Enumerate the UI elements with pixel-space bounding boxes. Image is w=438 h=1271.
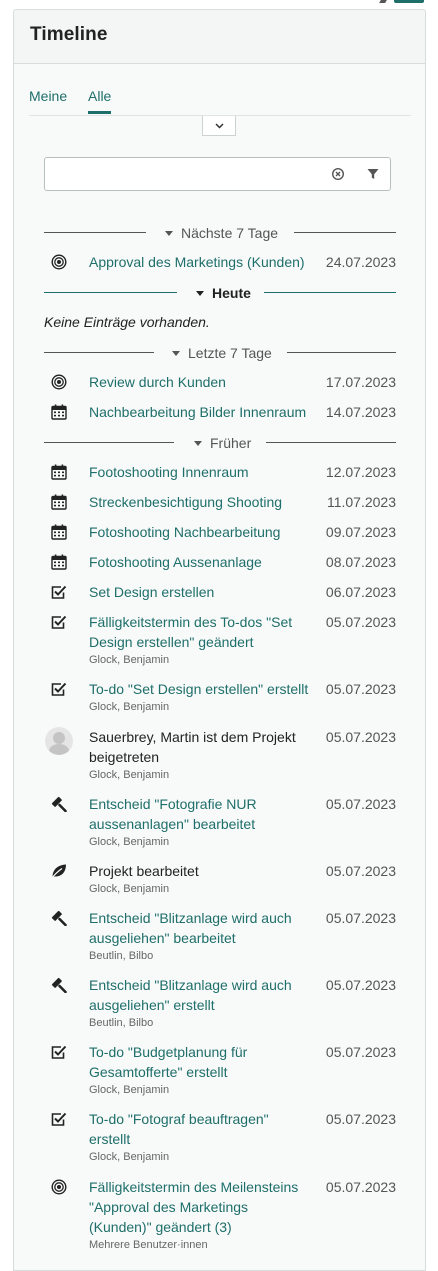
section-label: Heute — [212, 285, 251, 301]
item-title-link[interactable]: Approval des Marketings (Kunden) — [89, 252, 319, 272]
milestone-icon — [51, 374, 67, 390]
item-title-link[interactable]: To-do "Fotograf beauftragen" erstellt — [89, 1109, 309, 1149]
item-title-link[interactable]: Fotoshooting Nachbearbeitung — [89, 522, 309, 542]
item-date: 05.07.2023 — [325, 681, 396, 697]
calendar-icon — [51, 464, 67, 480]
section-next-7-days: Nächste 7 Tage — [44, 225, 396, 241]
todo-check-icon — [51, 615, 67, 629]
item-user: Glock, Benjamin — [89, 883, 170, 895]
search-input[interactable] — [53, 163, 327, 187]
item-title-link[interactable]: Fälligkeitstermin des To-dos "Set Design… — [89, 612, 309, 652]
section-last-7-days: Letzte 7 Tage — [44, 345, 396, 361]
item-date: 05.07.2023 — [325, 910, 396, 926]
timeline-tabs: Meine Alle — [29, 88, 411, 116]
gavel-icon — [51, 910, 67, 926]
item-title-link[interactable]: Footoshooting Innenraum — [89, 462, 309, 482]
item-title-link[interactable]: Fotoshooting Aussenanlage — [89, 552, 309, 572]
caret-down-icon — [196, 290, 204, 296]
item-date: 09.07.2023 — [325, 524, 396, 540]
item-user: Beutlin, Bilbo — [89, 950, 154, 962]
item-user: Glock, Benjamin — [89, 1151, 170, 1163]
item-user: Beutlin, Bilbo — [89, 1017, 154, 1029]
todo-check-icon — [51, 585, 67, 599]
item-user: Glock, Benjamin — [89, 836, 170, 848]
gavel-icon — [51, 977, 67, 993]
calendar-icon — [51, 494, 67, 510]
item-user: Glock, Benjamin — [89, 769, 170, 781]
caret-down-icon — [194, 440, 202, 446]
milestone-icon — [51, 1179, 67, 1195]
item-title-link[interactable]: To-do "Set Design erstellen" erstellt — [89, 679, 309, 699]
section-label: Nächste 7 Tage — [181, 225, 279, 241]
user-avatar-icon — [45, 727, 73, 755]
item-date: 05.07.2023 — [325, 796, 396, 812]
caret-down-icon — [172, 350, 180, 356]
item-date: 05.07.2023 — [325, 1179, 396, 1195]
gavel-icon — [51, 796, 67, 812]
item-title-link[interactable]: Set Design erstellen — [89, 582, 309, 602]
todo-check-icon — [51, 1045, 67, 1059]
item-title-link[interactable]: Nachbearbeitung Bilder Innenraum — [89, 402, 309, 422]
todo-check-icon — [51, 682, 67, 696]
item-date: 05.07.2023 — [325, 863, 396, 879]
timeline-panel: Timeline Meine Alle Nächste 7 Tage Appro… — [13, 9, 426, 1271]
clear-icon[interactable] — [332, 168, 344, 180]
calendar-icon — [51, 524, 67, 540]
filter-toggle-button[interactable] — [202, 116, 236, 136]
item-title: Sauerbrey, Martin ist dem Projekt beiget… — [89, 729, 296, 765]
empty-message: Keine Einträge vorhanden. — [44, 314, 210, 330]
item-title: Projekt bearbeitet — [89, 863, 199, 879]
item-title-link[interactable]: Entscheid "Blitzanlage wird auch ausgeli… — [89, 975, 309, 1015]
item-date: 05.07.2023 — [325, 729, 396, 745]
item-title-link[interactable]: To-do "Budgetplanung für Gesamtofferte" … — [89, 1042, 309, 1082]
item-user: Glock, Benjamin — [89, 1084, 170, 1096]
tab-meine[interactable]: Meine — [29, 88, 67, 104]
item-title-link[interactable]: Entscheid "Fotografie NUR aussenanlagen"… — [89, 794, 309, 834]
item-date: 05.07.2023 — [325, 977, 396, 993]
toolbar-button-fragment[interactable] — [394, 0, 424, 3]
item-user: Glock, Benjamin — [89, 701, 170, 713]
section-label: Früher — [210, 435, 252, 451]
filter-icon[interactable] — [367, 168, 379, 180]
section-label: Letzte 7 Tage — [188, 345, 272, 361]
panel-title: Timeline — [30, 24, 108, 45]
item-title-link[interactable]: Streckenbesichtigung Shooting — [89, 492, 309, 512]
item-date: 17.07.2023 — [325, 374, 396, 390]
panel-header: Timeline — [14, 10, 425, 64]
item-title-link[interactable]: Review durch Kunden — [89, 372, 309, 392]
search-field — [44, 157, 391, 191]
item-title-link[interactable]: Fälligkeitstermin des Meilensteins "Appr… — [89, 1177, 309, 1237]
item-user: Glock, Benjamin — [89, 654, 170, 666]
caret-down-icon — [165, 230, 173, 236]
calendar-icon — [51, 554, 67, 570]
item-date: 14.07.2023 — [325, 404, 396, 420]
item-user: Mehrere Benutzer·innen — [89, 1239, 208, 1251]
item-date: 24.07.2023 — [325, 254, 396, 270]
leaf-icon — [51, 864, 66, 879]
chevron-down-icon — [214, 122, 224, 129]
todo-check-icon — [51, 1112, 67, 1126]
item-date: 11.07.2023 — [326, 494, 396, 510]
item-date: 05.07.2023 — [325, 614, 396, 630]
toolbar-fragment — [379, 0, 387, 3]
item-date: 12.07.2023 — [325, 464, 396, 480]
calendar-icon — [51, 404, 67, 420]
section-earlier: Früher — [44, 435, 396, 451]
item-date: 05.07.2023 — [325, 1044, 396, 1060]
tab-alle[interactable]: Alle — [88, 88, 112, 114]
item-date: 05.07.2023 — [325, 1111, 396, 1127]
milestone-icon — [51, 254, 67, 270]
item-date: 06.07.2023 — [325, 584, 396, 600]
item-date: 08.07.2023 — [325, 554, 396, 570]
item-title-link[interactable]: Entscheid "Blitzanlage wird auch ausgeli… — [89, 908, 309, 948]
section-today: Heute — [44, 285, 396, 301]
